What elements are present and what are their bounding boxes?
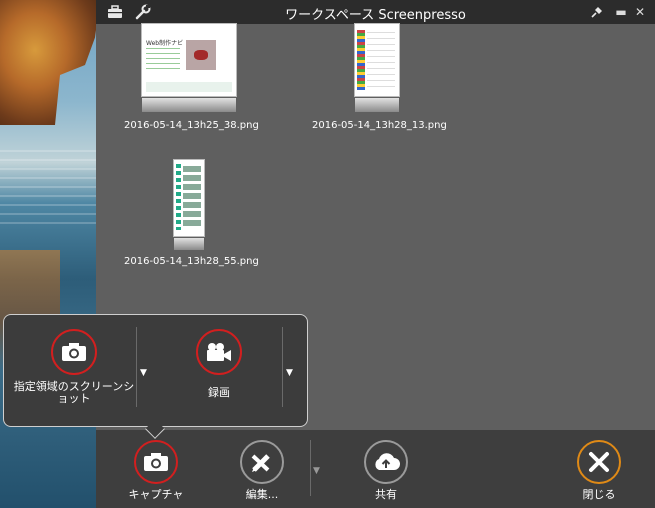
camera-icon: [51, 329, 97, 375]
preview-content: [367, 32, 395, 88]
capture-button[interactable]: キャプチャ: [106, 440, 206, 502]
record-video-label: 録画: [208, 386, 230, 399]
share-label: 共有: [375, 488, 397, 501]
thumbnail-3-image: [174, 160, 204, 236]
preview-footer: [146, 82, 232, 92]
wallpaper-waves: [0, 150, 100, 230]
popup-divider: [282, 327, 283, 407]
thumbnail-1-caption: 2016-05-14_13h25_38.png: [124, 120, 259, 131]
cloud-upload-icon: [364, 440, 408, 484]
region-screenshot-option[interactable]: 指定領域のスクリーンショット: [12, 329, 136, 405]
thumbnail-2-reflection: [355, 98, 399, 112]
close-window-icon[interactable]: ✕: [632, 3, 648, 21]
pin-icon[interactable]: [588, 3, 606, 21]
screenpresso-window: ワークスペース Screenpresso ▬ ✕ Web制作ナビ 2016-05…: [96, 0, 655, 508]
thumbnail-3-caption: 2016-05-14_13h28_55.png: [124, 256, 259, 267]
capture-popup-menu: 指定領域のスクリーンショット ▼ 録画 ▼: [3, 314, 308, 427]
bottom-toolbar: キャプチャ 編集... ▼ 共有 閉じる: [96, 430, 655, 508]
pencil-ruler-icon: [240, 440, 284, 484]
thumbnail-3-reflection: [174, 238, 204, 250]
thumbnail-1-preview-title: Web制作ナビ: [146, 40, 184, 47]
desktop-wallpaper: [0, 0, 100, 508]
title-bar: ワークスペース Screenpresso ▬ ✕: [96, 0, 655, 24]
close-label: 閉じる: [582, 488, 616, 501]
screenshot-dropdown-arrow-icon[interactable]: ▼: [140, 368, 147, 378]
wallpaper-rock-arch: [0, 0, 100, 125]
preview-content: [183, 166, 201, 228]
thumbnail-1-image: Web制作ナビ: [142, 24, 236, 96]
share-button[interactable]: 共有: [336, 440, 436, 502]
video-camera-icon: [196, 329, 242, 375]
close-button[interactable]: 閉じる: [549, 440, 649, 502]
minimize-icon[interactable]: ▬: [613, 3, 629, 21]
thumbnail-2-caption: 2016-05-14_13h28_13.png: [312, 120, 447, 131]
region-screenshot-label: 指定領域のスクリーンショット: [13, 380, 135, 405]
preview-sidebar: [357, 30, 365, 90]
video-dropdown-arrow-icon[interactable]: ▼: [286, 368, 293, 378]
thumbnail-2-image: [355, 24, 399, 96]
camera-icon: [134, 440, 178, 484]
edit-button[interactable]: 編集...: [212, 440, 312, 502]
preview-sidebar: [176, 164, 181, 230]
close-x-icon: [577, 440, 621, 484]
thumbnail-1-reflection: [142, 98, 236, 112]
edit-dropdown-arrow-icon[interactable]: ▼: [313, 466, 320, 476]
record-video-option[interactable]: 録画: [164, 329, 274, 399]
toolbar-divider: [310, 440, 311, 496]
capture-label: キャプチャ: [128, 488, 184, 501]
preview-photo: [186, 40, 216, 70]
preview-text-lines: [146, 48, 180, 72]
edit-label: 編集...: [245, 488, 279, 501]
popup-divider: [136, 327, 137, 407]
window-title: ワークスペース Screenpresso: [285, 8, 466, 23]
